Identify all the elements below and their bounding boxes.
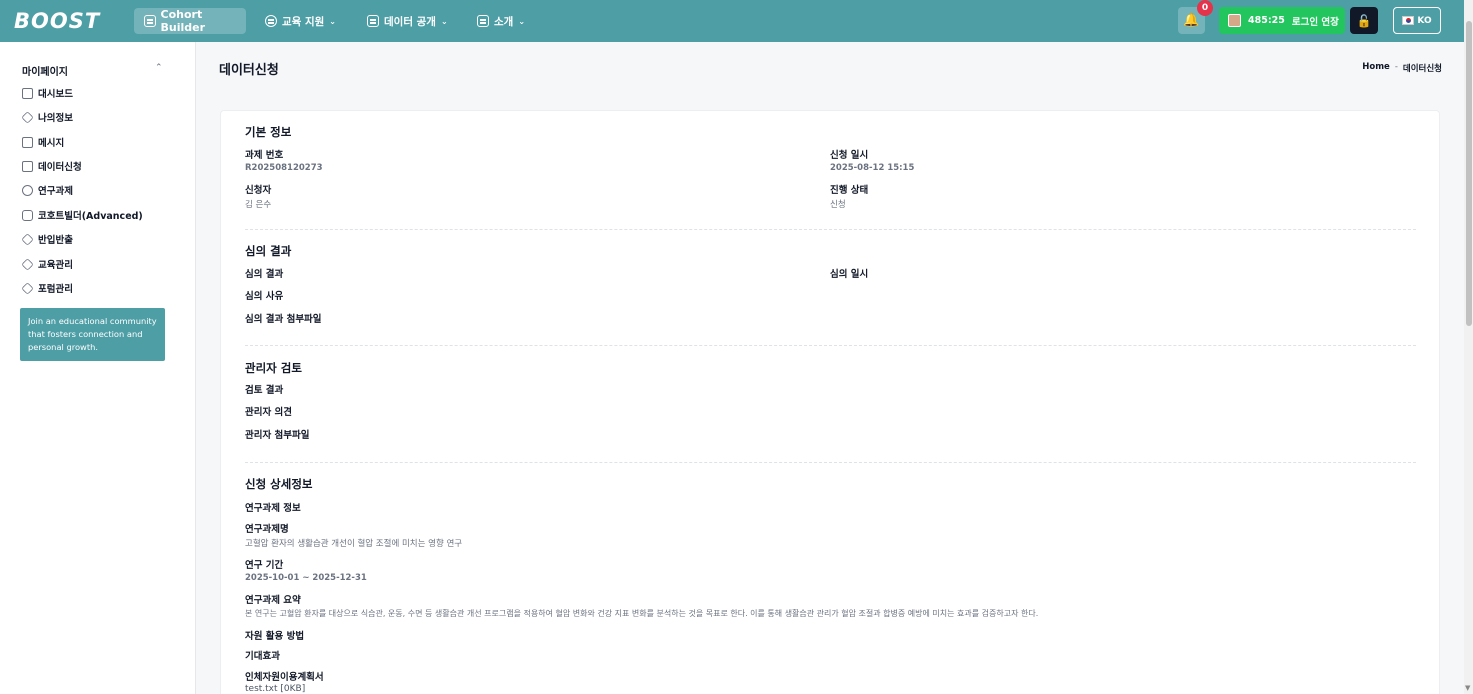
breadcrumb-current: 데이터신청	[1402, 64, 1442, 74]
cohort-builder-button[interactable]: Cohort Builder	[134, 8, 246, 34]
section-title-admin: 관리자 검토	[245, 361, 302, 375]
chevron-down-icon: ⌄	[440, 16, 448, 26]
layers-icon	[21, 257, 34, 271]
review-result-label: 심의 결과	[245, 269, 284, 280]
chevron-down-icon: ⌄	[329, 16, 336, 26]
session-extend-button[interactable]: 485:25 로그인 연장	[1219, 7, 1345, 34]
sidebar-item-label: 데이터신청	[38, 162, 82, 173]
unlock-icon: 🔓	[1356, 13, 1372, 28]
section-title-review: 심의 결과	[245, 244, 292, 258]
project-info-label: 연구과제 정보	[245, 503, 301, 514]
breadcrumb-separator: -	[1394, 62, 1398, 72]
applied-at-value: 2025-08-12 15:15	[830, 163, 915, 173]
sidebar-item-import-export[interactable]: 반입반출	[21, 231, 73, 247]
summary-label: 연구과제 요약	[245, 595, 301, 606]
usage-label: 자원 활용 방법	[245, 631, 305, 642]
plan-file-link[interactable]: test.txt [0KB]	[245, 684, 305, 694]
plan-label: 인체자원이용계획서	[245, 672, 324, 683]
breadcrumb: Home - 데이터신청	[1362, 62, 1442, 74]
sidebar-item-label: 코호트빌더(Advanced)	[38, 211, 143, 222]
boost-logo[interactable]: BOOST	[14, 9, 100, 33]
sidebar-item-label: 교육관리	[38, 260, 73, 271]
applied-at-label: 신청 일시	[830, 150, 869, 161]
sidebar-item-education[interactable]: 교육관리	[21, 256, 73, 272]
list-icon	[22, 160, 33, 172]
sidebar-item-my-info[interactable]: 나의정보	[21, 109, 73, 125]
language-button[interactable]: KO	[1393, 7, 1441, 34]
chart-icon	[477, 15, 489, 27]
review-date-label: 심의 일시	[830, 269, 869, 280]
korea-flag-icon	[1402, 16, 1415, 25]
bell-icon: 🔔	[1183, 13, 1200, 28]
community-promo-card: Join an educational community that foste…	[20, 308, 165, 361]
section-divider	[245, 462, 1416, 463]
notification-badge: 0	[1197, 0, 1213, 16]
chevron-up-icon[interactable]: ⌃	[155, 63, 163, 73]
document-icon	[367, 15, 379, 27]
sidebar-item-forum[interactable]: 포럼관리	[21, 280, 73, 296]
breadcrumb-home[interactable]: Home	[1362, 62, 1390, 74]
sidebar-item-label: 대시보드	[38, 89, 73, 100]
sidebar-item-data-request[interactable]: 데이터신청	[22, 158, 82, 174]
nav-about-label: 소개	[494, 15, 514, 28]
review-reason-label: 심의 사유	[245, 291, 284, 302]
chart-pie-icon	[22, 184, 33, 196]
section-title-detail: 신청 상세정보	[245, 477, 313, 491]
section-divider	[245, 345, 1416, 346]
sidebar-item-label: 반입반출	[38, 235, 73, 246]
chart-icon	[22, 209, 33, 221]
admin-opinion-label: 관리자 의견	[245, 407, 293, 418]
section-divider	[245, 229, 1416, 230]
logout-button[interactable]: 🔓	[1350, 7, 1378, 34]
layers-icon	[21, 281, 34, 295]
nav-education-label: 교육 지원	[282, 15, 325, 28]
document-icon	[22, 136, 33, 148]
page-title: 데이터신청	[219, 63, 279, 78]
effect-label: 기대효과	[245, 651, 280, 662]
nav-data-open[interactable]: 데이터 공개 ⌄	[367, 8, 448, 34]
project-name-value: 고혈압 환자의 생활습관 개선이 혈압 조절에 미치는 영향 연구	[245, 539, 463, 549]
sidebar: 마이페이지 ⌃ 대시보드 나의정보 메시지 데이터신청 연구과제 코호트빌더(A…	[0, 42, 196, 694]
sidebar-item-research[interactable]: 연구과제	[22, 182, 73, 198]
document-icon	[22, 87, 33, 99]
admin-attachment-label: 관리자 첨부파일	[245, 430, 310, 441]
section-title-basic: 기본 정보	[245, 125, 292, 139]
nav-data-open-label: 데이터 공개	[384, 15, 436, 28]
task-number-value: R202508120273	[245, 163, 323, 173]
period-value: 2025-10-01 ~ 2025-12-31	[245, 573, 367, 583]
admin-result-label: 검토 결과	[245, 385, 284, 396]
chevron-down-icon: ⌄	[518, 16, 526, 26]
sidebar-item-label: 메시지	[38, 138, 65, 149]
applicant-value: 김 은수	[245, 200, 272, 210]
sidebar-item-label: 포럼관리	[38, 284, 73, 295]
sidebar-item-dashboard[interactable]: 대시보드	[22, 85, 73, 101]
sidebar-item-message[interactable]: 메시지	[22, 134, 64, 150]
applicant-label: 신청자	[245, 185, 272, 196]
nav-education-support[interactable]: 교육 지원 ⌄	[265, 8, 336, 34]
cohort-builder-label: Cohort Builder	[160, 8, 206, 34]
top-navbar: BOOST Cohort Builder 교육 지원 ⌄ 데이터 공개 ⌄ 소개…	[0, 0, 1473, 42]
sidebar-item-cohort-advanced[interactable]: 코호트빌더(Advanced)	[22, 207, 143, 223]
nav-about[interactable]: 소개 ⌄	[477, 8, 525, 34]
review-attachment-label: 심의 결과 첨부파일	[245, 314, 322, 325]
avatar	[1228, 14, 1241, 27]
task-number-label: 과제 번호	[245, 150, 284, 161]
summary-value: 본 연구는 고혈압 환자를 대상으로 식습관, 운동, 수면 등 생활습관 개선…	[245, 609, 1039, 618]
sidebar-heading: 마이페이지	[22, 67, 68, 78]
session-extend-label: 로그인 연장	[1291, 16, 1339, 28]
scrollbar-thumb[interactable]	[1466, 21, 1472, 326]
status-label: 진행 상태	[830, 185, 869, 196]
project-name-label: 연구과제명	[245, 524, 289, 535]
sidebar-item-label: 연구과제	[38, 186, 73, 197]
sidebar-item-label: 나의정보	[38, 113, 73, 124]
status-value: 신청	[830, 200, 846, 210]
scroll-down-arrow-icon[interactable]: ▼	[1465, 684, 1470, 692]
cohort-icon	[144, 15, 156, 27]
education-icon	[265, 15, 277, 27]
layers-icon	[21, 232, 34, 246]
period-label: 연구 기간	[245, 560, 284, 571]
language-label: KO	[1417, 15, 1432, 26]
session-timer: 485:25	[1248, 15, 1285, 26]
layers-icon	[21, 110, 34, 124]
